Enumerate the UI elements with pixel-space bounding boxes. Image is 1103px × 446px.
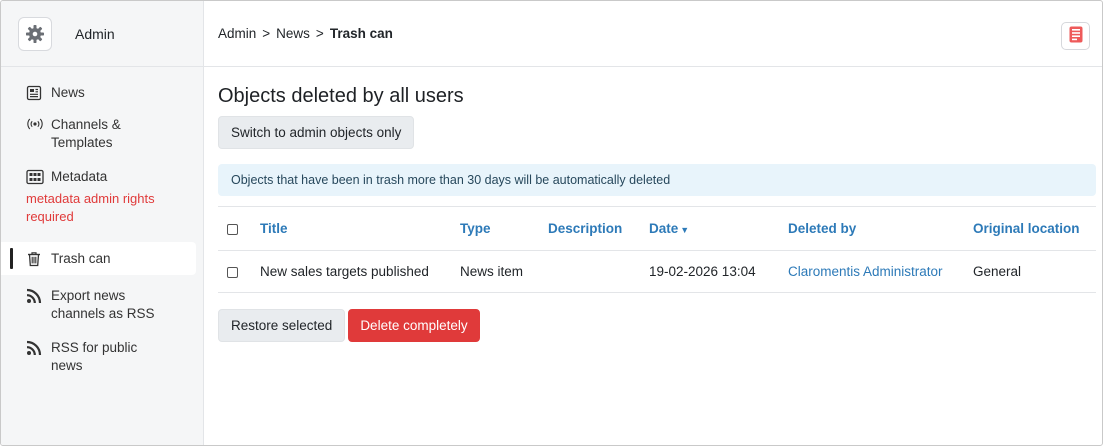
sidebar-nav: News Channels & Templates Metadata metad… bbox=[1, 67, 203, 375]
header-type[interactable]: Type bbox=[460, 206, 548, 251]
sidebar-item-label: Metadata bbox=[51, 169, 108, 184]
sort-desc-icon: ▼ bbox=[680, 225, 690, 235]
app-window: Admin News Channels & Templates Metadata… bbox=[0, 0, 1103, 446]
breadcrumb-separator: > bbox=[262, 26, 271, 41]
row-select-cell bbox=[218, 250, 260, 293]
switch-admin-objects-button[interactable]: Switch to admin objects only bbox=[218, 116, 415, 149]
cell-type: News item bbox=[460, 250, 548, 293]
gear-icon[interactable] bbox=[18, 16, 52, 51]
cell-deleted-by-link[interactable]: Claromentis Administrator bbox=[788, 250, 973, 293]
page-title: Objects deleted by all users bbox=[218, 85, 464, 107]
breadcrumb-news[interactable]: News bbox=[276, 26, 310, 41]
header-date[interactable]: Date ▼ bbox=[649, 206, 788, 251]
info-alert: Objects that have been in trash more tha… bbox=[218, 164, 1096, 196]
action-bar: Restore selected Delete completely bbox=[218, 309, 1102, 342]
sidebar-item-export-rss[interactable]: Export news channels as RSS bbox=[9, 287, 203, 323]
help-book-button[interactable] bbox=[1061, 22, 1090, 50]
content: Objects deleted by all users Switch to a… bbox=[204, 84, 1102, 342]
sidebar-item-public-rss[interactable]: RSS for public news bbox=[9, 339, 203, 375]
broadcast-icon bbox=[26, 117, 44, 131]
breadcrumb-current: Trash can bbox=[329, 26, 393, 41]
sidebar-item-news[interactable]: News bbox=[9, 84, 203, 102]
sidebar-item-label: Channels & Templates bbox=[51, 117, 121, 150]
metadata-icon bbox=[26, 169, 44, 185]
active-indicator bbox=[10, 248, 13, 269]
sidebar-item-label: RSS for public news bbox=[51, 340, 138, 373]
sidebar-title: Admin bbox=[75, 25, 115, 42]
book-icon bbox=[1069, 26, 1083, 46]
cell-description bbox=[548, 250, 649, 293]
sidebar-item-metadata[interactable]: Metadata metadata admin rights required bbox=[9, 168, 203, 226]
sidebar-item-label: News bbox=[51, 85, 85, 100]
select-all-checkbox[interactable] bbox=[227, 223, 238, 235]
breadcrumb: Admin > News > Trash can bbox=[204, 1, 1102, 67]
header-select bbox=[218, 206, 260, 251]
restore-selected-button[interactable]: Restore selected bbox=[218, 309, 346, 342]
header-title[interactable]: Title bbox=[260, 206, 460, 251]
rss-icon bbox=[26, 340, 44, 356]
header-description[interactable]: Description bbox=[548, 206, 649, 251]
newspaper-icon bbox=[26, 85, 44, 101]
sidebar-item-label: Export news channels as RSS bbox=[51, 288, 155, 321]
table-row: New sales targets published News item 19… bbox=[218, 250, 1096, 293]
cell-date: 19-02-2026 13:04 bbox=[649, 250, 788, 293]
table-header-row: Title Type Description Date ▼ Deleted by … bbox=[218, 206, 1096, 251]
delete-completely-button[interactable]: Delete completely bbox=[348, 309, 480, 342]
sidebar-item-label: Trash can bbox=[51, 250, 111, 266]
breadcrumb-separator: > bbox=[315, 26, 324, 41]
cell-title: New sales targets published bbox=[260, 250, 460, 293]
sidebar-item-trash[interactable]: Trash can bbox=[1, 242, 196, 275]
sidebar: Admin News Channels & Templates Metadata… bbox=[1, 1, 204, 445]
rss-icon bbox=[26, 288, 44, 304]
header-deleted-by[interactable]: Deleted by bbox=[788, 206, 973, 251]
header-date-label: Date bbox=[649, 221, 679, 236]
breadcrumb-admin[interactable]: Admin bbox=[218, 26, 256, 41]
sidebar-item-channels[interactable]: Channels & Templates bbox=[9, 116, 203, 152]
sidebar-header: Admin bbox=[1, 1, 203, 67]
metadata-warning: metadata admin rights required bbox=[26, 191, 155, 224]
row-checkbox[interactable] bbox=[227, 266, 238, 278]
main-panel: Admin > News > Trash can Objects deleted… bbox=[204, 1, 1102, 445]
header-location[interactable]: Original location bbox=[973, 206, 1096, 251]
trash-table: Title Type Description Date ▼ Deleted by … bbox=[218, 206, 1096, 293]
cell-location: General bbox=[973, 250, 1096, 293]
trash-icon bbox=[26, 251, 44, 267]
